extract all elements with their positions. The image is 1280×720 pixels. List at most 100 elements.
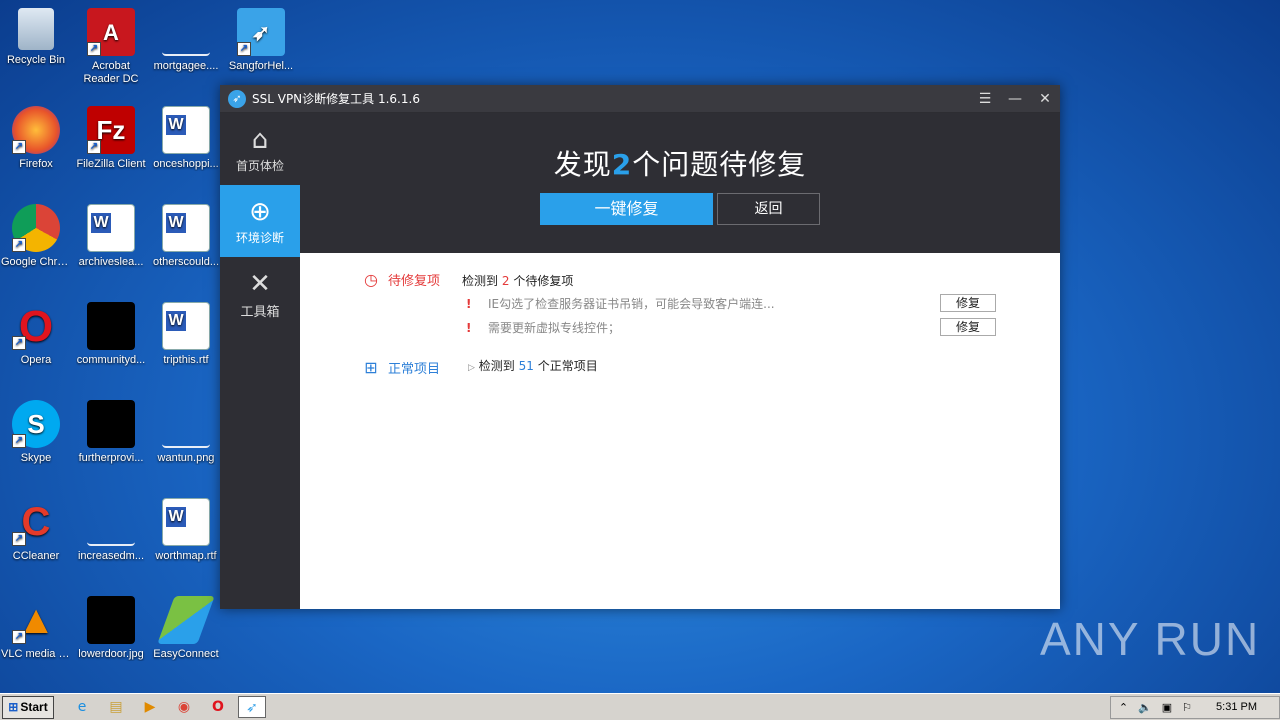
window-titlebar[interactable]: ➶ SSL VPN诊断修复工具 1.6.1.6 ☰ — ✕ [220,85,1060,113]
word-doc-icon [162,204,210,252]
expand-arrow-icon: ▷ [468,363,475,373]
desktop-icon-ccleaner[interactable]: C ↗ CCleaner [1,498,71,563]
image-file-icon [87,302,135,350]
word-doc-icon [162,498,210,546]
issue-text: 需要更新虚拟专线控件； [488,321,621,335]
fix-all-button[interactable]: 一键修复 [540,193,713,225]
desktop-icon-label: Skype [20,452,52,464]
explorer-icon[interactable]: ▤ [102,696,130,718]
desktop-icon-label: Acrobat Reader DC [83,60,139,85]
vlc-icon: ▲ ↗ [12,596,60,644]
desktop-icon-label: onceshoppi... [153,158,219,170]
desktop-icon-wantun[interactable]: wantun.png [151,400,221,465]
normal-summary[interactable]: ▷ 检测到 51 个正常项目 [468,357,598,374]
windows-logo-icon: ⊞ [8,700,19,714]
desktop-icon-label: EasyConnect [153,648,219,660]
opera-taskbar-icon[interactable]: O [204,696,232,718]
sidebar-item-label: 工具箱 [240,305,280,320]
desktop-icon-label: mortgagee.... [153,60,219,72]
network-icon[interactable]: ▣ [1162,701,1172,714]
warning-icon: ! [466,320,472,335]
timer-icon: ◷ [364,269,378,289]
desktop-icon-acrobat[interactable]: A ↗ Acrobat Reader DC [76,8,146,86]
desktop-icon-label: SangforHel... [228,60,294,72]
back-button[interactable]: 返回 [717,193,820,225]
system-tray: ⌃ 🔈 ▣ ⚐ 5:31 PM [1109,695,1280,719]
window-title: SSL VPN诊断修复工具 1.6.1.6 [252,92,420,106]
word-doc-icon [87,204,135,252]
desktop-icon-filezilla[interactable]: Fz ↗ FileZilla Client [76,106,146,171]
result-header: 发现2个问题待修复 一键修复 返回 [300,113,1060,253]
rocket-icon: ➶ [228,89,246,108]
sidebar-item-environment-diagnosis[interactable]: ⊕ 环境诊断 [220,185,300,257]
acrobat-icon: A ↗ [87,8,135,56]
fix-issue-button[interactable]: 修复 [940,318,996,336]
desktop-icon-label: lowerdoor.jpg [78,648,144,660]
filezilla-icon: Fz ↗ [87,106,135,154]
desktop-icon-label: Recycle Bin [6,54,66,66]
volume-icon[interactable]: 🔈 [1138,701,1152,714]
issue-row: ! IE勾选了检查服务器证书吊销，可能会导致客户端连... [466,295,775,312]
image-file-icon [87,400,135,448]
issue-row: ! 需要更新虚拟专线控件； [466,319,620,336]
desktop-icon-increasedm[interactable]: increasedm... [76,498,146,563]
desktop-icon-skype[interactable]: S ↗ Skype [1,400,71,465]
desktop-icon-mortgagee[interactable]: mortgagee.... [151,8,221,73]
start-button[interactable]: ⊞ Start [2,695,54,719]
sidebar-item-toolbox[interactable]: ✕ 工具箱 [220,257,300,329]
desktop-icon-opera[interactable]: O ↗ Opera [1,302,71,367]
desktop-icon-chrome[interactable]: ↗ Google Chrome [1,204,71,269]
word-doc-icon [162,302,210,350]
sidebar-item-home-check[interactable]: ⌂ 首页体检 [220,113,300,185]
opera-icon: O ↗ [12,302,60,350]
normal-count: 51 [518,359,534,373]
skype-icon: S ↗ [12,400,60,448]
warning-icon: ! [466,296,472,311]
sangfor-taskbar-icon[interactable]: ➶ [238,696,266,718]
fix-issue-button[interactable]: 修复 [940,294,996,312]
issue-text: IE勾选了检查服务器证书吊销，可能会导致客户端连... [488,297,775,311]
windows-icon: ⊞ [364,357,378,377]
desktop-icon-communityd[interactable]: communityd... [76,302,146,367]
sidebar-item-label: 环境诊断 [235,231,284,245]
desktop-icon-easyconnect[interactable]: EasyConnect [151,596,221,661]
desktop-icon-vlc[interactable]: ▲↗ VLC media player [1,596,71,661]
desktop-icon-worthmap[interactable]: worthmap.rtf [151,498,221,563]
desktop-icon-onceshoppi[interactable]: onceshoppi... [151,106,221,171]
desktop-icon-label: Google Chrome [1,256,71,268]
desktop-icon-label: worthmap.rtf [155,550,217,562]
desktop-icon-sangfor[interactable]: ➶ ↗ SangforHel... [226,8,296,73]
chrome-icon: ↗ [12,204,60,252]
sangfor-icon: ➶ ↗ [237,8,285,56]
crosshair-icon: ⊕ [249,197,271,227]
close-icon[interactable]: ✕ [1030,91,1060,107]
ie-icon[interactable]: e [68,696,96,718]
desktop-icon-otherscould[interactable]: otherscould... [151,204,221,269]
media-player-icon[interactable]: ▶ [136,696,164,718]
desktop-icon-label: communityd... [76,354,146,366]
home-icon: ⌂ [251,125,269,155]
flag-icon[interactable]: ⚐ [1182,701,1192,714]
pending-summary: 检测到 2 个待修复项 [462,274,574,288]
desktop-icon-recycle-bin[interactable]: Recycle Bin [1,8,71,67]
menu-icon[interactable]: ☰ [970,91,1000,107]
easyconnect-icon [157,596,215,644]
firefox-icon: ↗ [12,106,60,154]
desktop-icon-furtherprovi[interactable]: furtherprovi... [76,400,146,465]
sidebar: ⌂ 首页体检 ⊕ 环境诊断 ✕ 工具箱 [220,113,300,609]
desktop-icon-label: VLC media player [1,648,71,660]
desktop-icon-tripthis[interactable]: tripthis.rtf [151,302,221,367]
recycle-bin-icon [18,8,54,50]
image-file-icon [162,400,210,448]
desktop-icon-label: Firefox [19,158,53,170]
chrome-taskbar-icon[interactable]: ◉ [170,696,198,718]
desktop-icon-firefox[interactable]: ↗ Firefox [1,106,71,171]
desktop-icon-lowerdoor[interactable]: lowerdoor.jpg [76,596,146,661]
minimize-icon[interactable]: — [1000,91,1030,107]
desktop-icon-archiveslea[interactable]: archiveslea... [76,204,146,269]
tools-icon: ✕ [249,269,271,299]
clock[interactable]: 5:31 PM [1216,701,1257,713]
pending-section-title: ◷ 待修复项 [362,270,440,289]
sidebar-item-label: 首页体检 [235,159,284,173]
tray-expand-icon[interactable]: ⌃ [1119,701,1128,714]
